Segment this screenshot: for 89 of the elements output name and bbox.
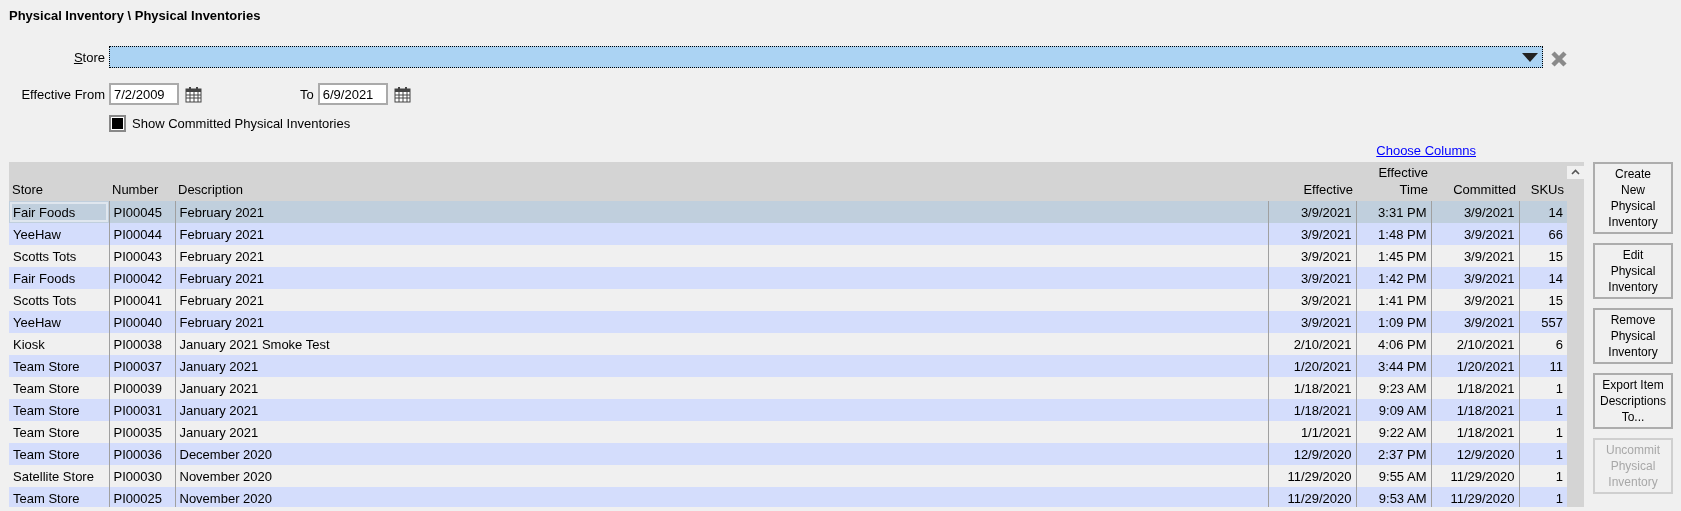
scrollbar[interactable]: [1567, 162, 1584, 507]
table-cell: 3/9/2021: [1431, 311, 1519, 333]
table-cell: 1:09 PM: [1356, 311, 1431, 333]
table-cell: 1: [1519, 399, 1567, 421]
choose-columns-link[interactable]: Choose Columns: [1376, 143, 1476, 159]
effective-from-field[interactable]: 7/2/2009: [109, 83, 179, 105]
store-dropdown[interactable]: [109, 46, 1543, 68]
table-cell: PI00045: [109, 201, 175, 223]
calendar-icon[interactable]: [185, 85, 202, 103]
table-cell: 2:37 PM: [1356, 443, 1431, 465]
table-cell: PI00037: [109, 355, 175, 377]
table-cell: Team Store: [9, 443, 109, 465]
table-cell: February 2021: [175, 223, 1268, 245]
table-cell: Team Store: [9, 355, 109, 377]
table-cell: January 2021: [175, 355, 1268, 377]
clear-icon[interactable]: [1550, 50, 1568, 68]
table-cell: PI00042: [109, 267, 175, 289]
table-cell: PI00025: [109, 487, 175, 507]
effective-from-label: Effective From: [20, 86, 106, 102]
table-cell: PI00036: [109, 443, 175, 465]
table-cell: 3/9/2021: [1431, 223, 1519, 245]
table-cell: February 2021: [175, 267, 1268, 289]
table-cell: 12/9/2020: [1268, 443, 1356, 465]
to-label: To: [300, 86, 314, 102]
action-button[interactable]: Create New Physical Inventory: [1593, 162, 1673, 234]
table-cell: Scotts Tots: [9, 289, 109, 311]
table-cell: PI00044: [109, 223, 175, 245]
table-cell: 9:09 AM: [1356, 399, 1431, 421]
table-cell: Scotts Tots: [9, 245, 109, 267]
table-cell: YeeHaw: [9, 223, 109, 245]
table-cell: 14: [1519, 267, 1567, 289]
table-cell: Team Store: [9, 399, 109, 421]
table-cell: January 2021: [175, 399, 1268, 421]
column-header[interactable]: Store: [9, 162, 109, 201]
table-cell: 11/29/2020: [1431, 487, 1519, 507]
table-cell: Team Store: [9, 421, 109, 443]
table-cell: 11: [1519, 355, 1567, 377]
table-cell: 557: [1519, 311, 1567, 333]
table-cell: February 2021: [175, 201, 1268, 223]
table-cell: 1/18/2021: [1431, 399, 1519, 421]
table-cell: 3:44 PM: [1356, 355, 1431, 377]
table-cell: Fair Foods: [9, 267, 109, 289]
column-header[interactable]: Committed: [1431, 162, 1519, 201]
action-button[interactable]: Edit Physical Inventory: [1593, 243, 1673, 299]
column-header[interactable]: Effective Time: [1356, 162, 1431, 201]
table-cell: 11/29/2020: [1268, 487, 1356, 507]
table-cell: 1/20/2021: [1268, 355, 1356, 377]
table-cell: 3/9/2021: [1268, 223, 1356, 245]
table-cell: Team Store: [9, 377, 109, 399]
table-cell: 9:53 AM: [1356, 487, 1431, 507]
table-cell: 3/9/2021: [1268, 311, 1356, 333]
calendar-icon[interactable]: [393, 85, 411, 103]
table-cell: 3/9/2021: [1268, 267, 1356, 289]
table-cell: Fair Foods: [9, 201, 109, 223]
table-cell: 1: [1519, 443, 1567, 465]
table-cell: 3:31 PM: [1356, 201, 1431, 223]
table-cell: February 2021: [175, 311, 1268, 333]
action-button[interactable]: Remove Physical Inventory: [1593, 308, 1673, 364]
table-cell: 1:42 PM: [1356, 267, 1431, 289]
show-committed-checkbox[interactable]: [109, 115, 126, 132]
table-cell: December 2020: [175, 443, 1268, 465]
table-cell: Satellite Store: [9, 465, 109, 487]
table-cell: 3/9/2021: [1268, 201, 1356, 223]
column-header[interactable]: Description: [175, 162, 1268, 201]
table-cell: 14: [1519, 201, 1567, 223]
table-cell: November 2020: [175, 487, 1268, 507]
checkbox-label: Show Committed Physical Inventories: [132, 116, 351, 131]
table-cell: 66: [1519, 223, 1567, 245]
table-cell: 12/9/2020: [1431, 443, 1519, 465]
table-cell: 3/9/2021: [1431, 201, 1519, 223]
table-cell: 3/9/2021: [1431, 267, 1519, 289]
table-cell: Team Store: [9, 487, 109, 507]
table-cell: 1: [1519, 487, 1567, 507]
store-label: Store: [72, 49, 106, 65]
page-title: Physical Inventory \ Physical Inventories: [9, 8, 262, 25]
table-cell: Kiosk: [9, 333, 109, 355]
table-cell: 1:48 PM: [1356, 223, 1431, 245]
column-header[interactable]: SKUs: [1519, 162, 1567, 201]
table-cell: PI00040: [109, 311, 175, 333]
table-cell: 1/18/2021: [1268, 399, 1356, 421]
column-header[interactable]: Number: [109, 162, 175, 201]
scroll-up-icon[interactable]: [1567, 166, 1584, 179]
column-header[interactable]: Effective: [1268, 162, 1356, 201]
to-date-field[interactable]: 6/9/2021: [317, 83, 388, 105]
table-cell: YeeHaw: [9, 311, 109, 333]
table-cell: PI00031: [109, 399, 175, 421]
dropdown-arrow-icon: [1522, 52, 1538, 62]
action-button[interactable]: Export Item Descriptions To...: [1593, 373, 1673, 429]
table-cell: 1/20/2021: [1431, 355, 1519, 377]
